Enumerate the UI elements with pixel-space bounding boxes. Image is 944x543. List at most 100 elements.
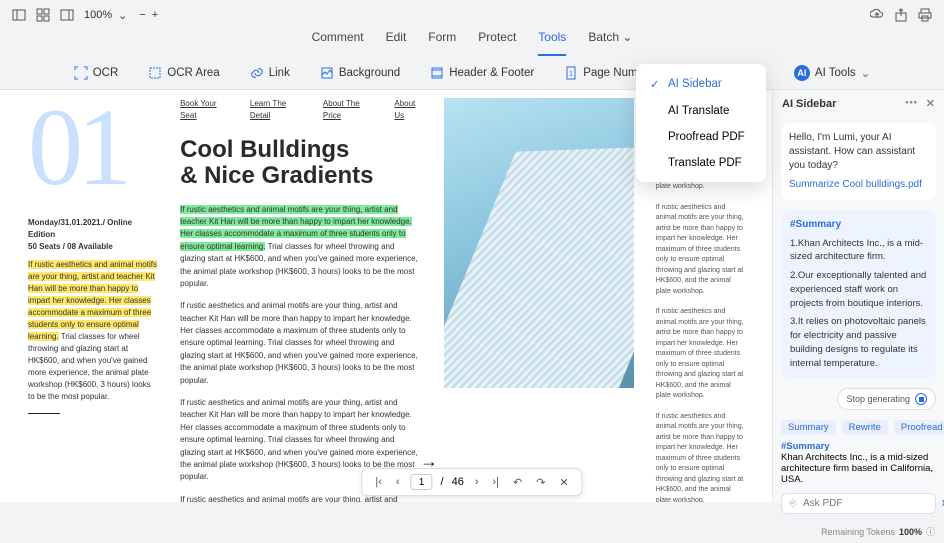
- background-icon: [320, 66, 334, 80]
- sidebar-title: AI Sidebar: [782, 98, 836, 110]
- summarize-link[interactable]: Summarize Cool bulldings.pdf: [789, 178, 928, 192]
- ai-greeting-bubble: Hello, I'm Lumi, your AI assistant. How …: [781, 123, 936, 200]
- ai-menu-translate[interactable]: AI Translate: [636, 98, 766, 124]
- pager-total: 46: [452, 476, 464, 488]
- ask-pdf-row: ⎆ ➤: [781, 493, 936, 514]
- mid-para-2: If rustic aesthetics and animal motifs a…: [180, 300, 422, 387]
- menu-tools[interactable]: Tools: [538, 30, 566, 56]
- pager-prev[interactable]: ‹: [393, 476, 403, 488]
- building-image: [444, 98, 634, 388]
- tokens-footer: Remaining Tokens 100% ⓘ: [773, 520, 944, 543]
- highlight-yellow: If rustic aesthetics and animal motifs a…: [28, 260, 157, 341]
- ocr-icon: [74, 66, 88, 80]
- zoom-value[interactable]: 100%: [84, 9, 112, 21]
- tool-ai-tools[interactable]: AIAI Tools⌄: [788, 61, 876, 85]
- nav-about-price[interactable]: About The Price: [323, 98, 371, 123]
- right-para-2: If rustic aesthetics and animal motifs a…: [656, 203, 744, 298]
- pager-last[interactable]: ›|: [490, 476, 503, 488]
- sidebar-more-icon[interactable]: •••: [905, 97, 917, 110]
- menu-protect[interactable]: Protect: [478, 30, 516, 56]
- nav-learn-detail[interactable]: Learn The Detail: [250, 98, 299, 123]
- ai-menu-sidebar[interactable]: ✓AI Sidebar: [636, 70, 766, 98]
- main-menubar: Comment Edit Form Protect Tools Batch ⌄: [0, 30, 944, 56]
- sidebar-close-icon[interactable]: ✕: [926, 97, 935, 110]
- tab-rewrite[interactable]: Rewrite: [842, 420, 888, 435]
- nav-book-seat[interactable]: Book Your Seat: [180, 98, 226, 123]
- tools-toolbar: OCR OCR Area Link Background Header & Fo…: [0, 56, 944, 90]
- summary-item-1: 1.Khan Architects Inc., is a mid-sized a…: [790, 237, 927, 265]
- chevron-down-icon: ⌄: [622, 30, 632, 48]
- ai-tools-dropdown: ✓AI Sidebar AI Translate Proofread PDF T…: [636, 64, 766, 182]
- window-topbar: 100% ⌄ − +: [0, 0, 944, 30]
- big-page-number: 01: [28, 98, 158, 197]
- ai-sidebar: AI Sidebar ••• ✕ Hello, I'm Lumi, your A…: [772, 90, 944, 502]
- result-text: Khan Architects Inc., is a mid-sized arc…: [781, 452, 936, 485]
- zoom-control: 100% ⌄ − +: [84, 9, 158, 22]
- left-paragraph: If rustic aesthetics and animal motifs a…: [28, 259, 158, 403]
- grid-view-icon[interactable]: [36, 8, 50, 22]
- ask-pdf-input[interactable]: [803, 498, 935, 509]
- summary-item-2: 2.Our exceptionally talented and experie…: [790, 269, 927, 310]
- result-heading: #Summary: [781, 441, 936, 452]
- chevron-down-icon: ⌄: [861, 66, 871, 80]
- summary-item-3: 3.It relies on photovoltaic panels for e…: [790, 315, 927, 370]
- menu-edit[interactable]: Edit: [386, 30, 407, 56]
- pager-close[interactable]: ✕: [556, 476, 571, 489]
- doc-title: Cool Bulldings & Nice Gradients: [180, 137, 422, 190]
- zoom-in-button[interactable]: +: [152, 9, 158, 21]
- tab-summary[interactable]: Summary: [781, 420, 836, 435]
- page-number-icon: 1: [564, 66, 578, 80]
- link-icon: [250, 66, 264, 80]
- cloud-upload-icon[interactable]: [870, 8, 884, 22]
- menu-batch[interactable]: Batch ⌄: [588, 30, 632, 56]
- sidebar-toggle-icon[interactable]: [12, 8, 26, 22]
- nav-about-us[interactable]: About Us: [394, 98, 421, 123]
- checkmark-icon: ✓: [650, 77, 662, 91]
- pager-separator: /: [441, 476, 444, 488]
- stop-generating-button[interactable]: Stop generating: [837, 388, 936, 410]
- panel-right-icon[interactable]: [60, 8, 74, 22]
- tool-ocr[interactable]: OCR: [68, 62, 125, 84]
- right-para-4: If rustic aesthetics and animal motifs a…: [656, 412, 744, 503]
- print-icon[interactable]: [918, 8, 932, 22]
- menu-form[interactable]: Form: [428, 30, 456, 56]
- header-footer-icon: [430, 66, 444, 80]
- stop-icon: [915, 393, 927, 405]
- tool-link[interactable]: Link: [244, 62, 296, 84]
- pager-rotate-cw-icon[interactable]: ↷: [533, 476, 548, 489]
- menu-comment[interactable]: Comment: [312, 30, 364, 56]
- edition-meta: Monday/31.01.2021./ Online Edition 50 Se…: [28, 217, 158, 253]
- ai-menu-proofread[interactable]: Proofread PDF: [636, 124, 766, 150]
- doc-nav-links: Book Your Seat Learn The Detail About Th…: [180, 98, 422, 123]
- attach-icon[interactable]: ⎆: [789, 498, 797, 509]
- tool-ocr-area[interactable]: OCR Area: [142, 62, 225, 84]
- ai-result-tabs: Summary Rewrite Proofread ⋮: [773, 416, 944, 439]
- pager-next[interactable]: ›: [472, 476, 482, 488]
- doc-image-column: [444, 98, 634, 462]
- doc-middle-column: Book Your Seat Learn The Detail About Th…: [180, 98, 422, 462]
- chevron-down-icon[interactable]: ⌄: [118, 9, 127, 22]
- result-block: #Summary Khan Architects Inc., is a mid-…: [781, 441, 936, 485]
- page-navigator: |‹ ‹ / 46 › ›| ↶ ↷ ✕: [361, 468, 582, 496]
- ocr-area-icon: [148, 66, 162, 80]
- divider-dash: [28, 413, 60, 414]
- mid-para-1: If rustic aesthetics and animal motifs a…: [180, 204, 422, 291]
- pager-first[interactable]: |‹: [372, 476, 385, 488]
- tokens-value: 100%: [899, 527, 922, 537]
- tool-background[interactable]: Background: [314, 62, 406, 84]
- tool-header-footer[interactable]: Header & Footer: [424, 62, 540, 84]
- right-para-3: If rustic aesthetics and animal motifs a…: [656, 307, 744, 402]
- ai-menu-translate-pdf[interactable]: Translate PDF: [636, 150, 766, 176]
- sidebar-header: AI Sidebar ••• ✕: [773, 90, 944, 117]
- zoom-out-button[interactable]: −: [139, 9, 145, 21]
- info-icon[interactable]: ⓘ: [926, 525, 935, 538]
- share-icon[interactable]: [894, 8, 908, 22]
- pager-current-input[interactable]: [411, 474, 433, 490]
- summary-heading: #Summary: [790, 218, 927, 233]
- tab-proofread[interactable]: Proofread: [894, 420, 944, 435]
- pager-rotate-ccw-icon[interactable]: ↶: [510, 476, 525, 489]
- main-area: 01 Monday/31.01.2021./ Online Edition 50…: [0, 90, 944, 502]
- svg-text:1: 1: [569, 71, 573, 78]
- summary-box: #Summary 1.Khan Architects Inc., is a mi…: [781, 210, 936, 378]
- ai-badge-icon: AI: [794, 65, 810, 81]
